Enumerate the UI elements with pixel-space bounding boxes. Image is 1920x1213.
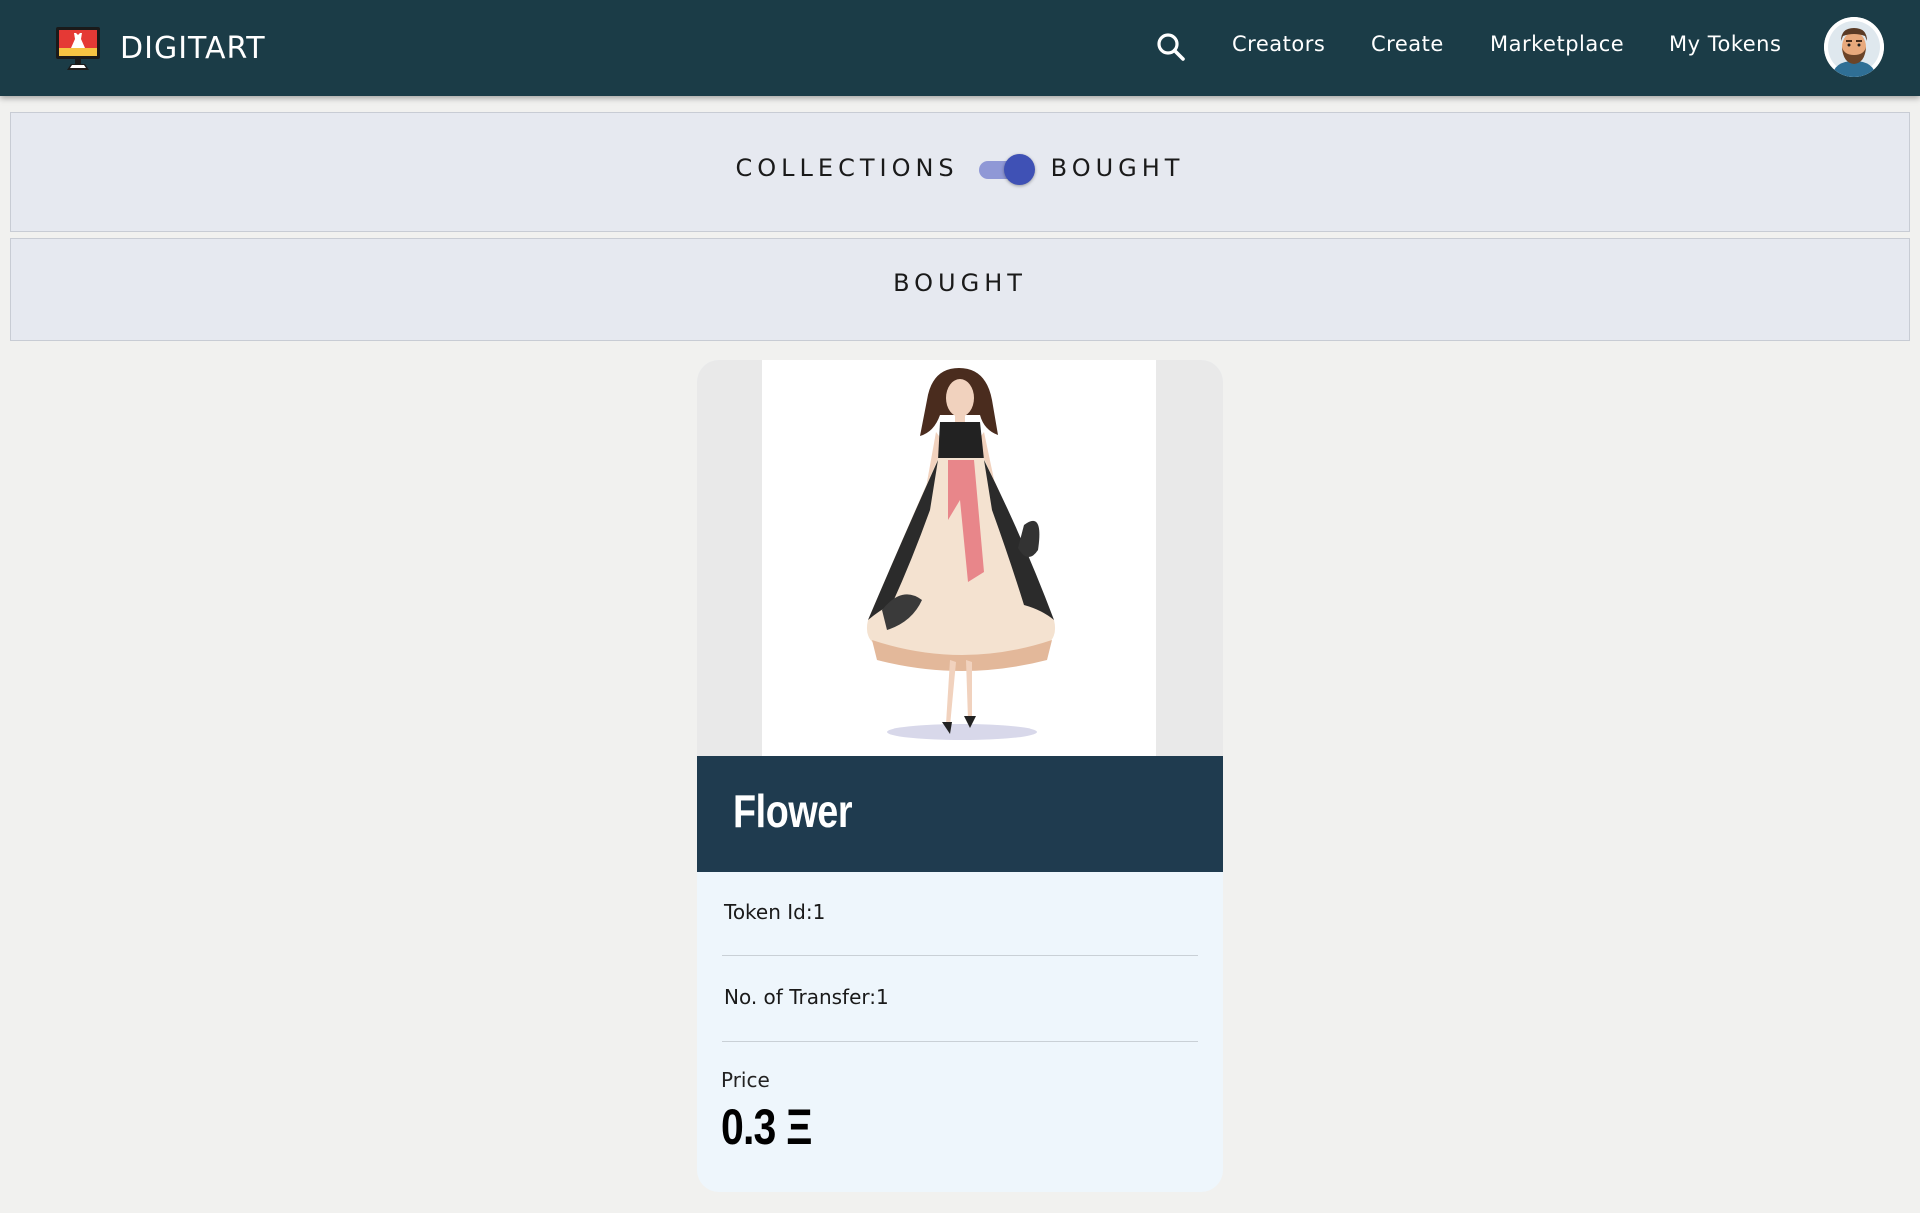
search-icon[interactable] — [1154, 30, 1188, 64]
price-label: Price — [721, 1068, 770, 1092]
toggle-label-bought[interactable]: BOUGHT — [1051, 154, 1185, 182]
card-media — [697, 360, 1223, 756]
price-value: 0.3 Ξ — [721, 1099, 812, 1155]
view-toggle-row: COLLECTIONS BOUGHT — [11, 153, 1909, 185]
nav-link-creators[interactable]: Creators — [1232, 32, 1325, 56]
transfer-count: No. of Transfer:1 — [724, 985, 889, 1009]
nav-link-create[interactable]: Create — [1371, 32, 1444, 56]
switch-thumb[interactable] — [1003, 154, 1035, 185]
brand-home-link[interactable]: DIGITART — [54, 24, 266, 72]
avatar-face-icon — [1824, 17, 1884, 77]
user-avatar[interactable] — [1824, 17, 1884, 77]
brand-name: DIGITART — [120, 30, 266, 66]
nav-link-my-tokens[interactable]: My Tokens — [1669, 32, 1781, 56]
view-toggle-panel: COLLECTIONS BOUGHT — [10, 112, 1910, 232]
token-id: Token Id:1 — [724, 900, 826, 924]
token-name: Flower — [733, 785, 853, 837]
token-card[interactable]: Flower Token Id:1 No. of Transfer:1 Pric… — [697, 360, 1223, 1192]
divider — [722, 1041, 1198, 1042]
monitor-dress-logo-icon — [56, 27, 100, 70]
section-title: BOUGHT — [893, 269, 1027, 297]
toggle-label-collections[interactable]: COLLECTIONS — [736, 154, 959, 182]
nav-link-marketplace[interactable]: Marketplace — [1490, 32, 1624, 56]
section-title-panel: BOUGHT — [10, 238, 1910, 341]
fashion-illustration-dress-icon — [762, 360, 1156, 756]
card-header: Flower — [697, 756, 1223, 872]
divider — [722, 955, 1198, 956]
collections-bought-switch[interactable] — [977, 153, 1035, 185]
top-navbar: DIGITART Creators Create Marketplace My … — [0, 0, 1920, 96]
